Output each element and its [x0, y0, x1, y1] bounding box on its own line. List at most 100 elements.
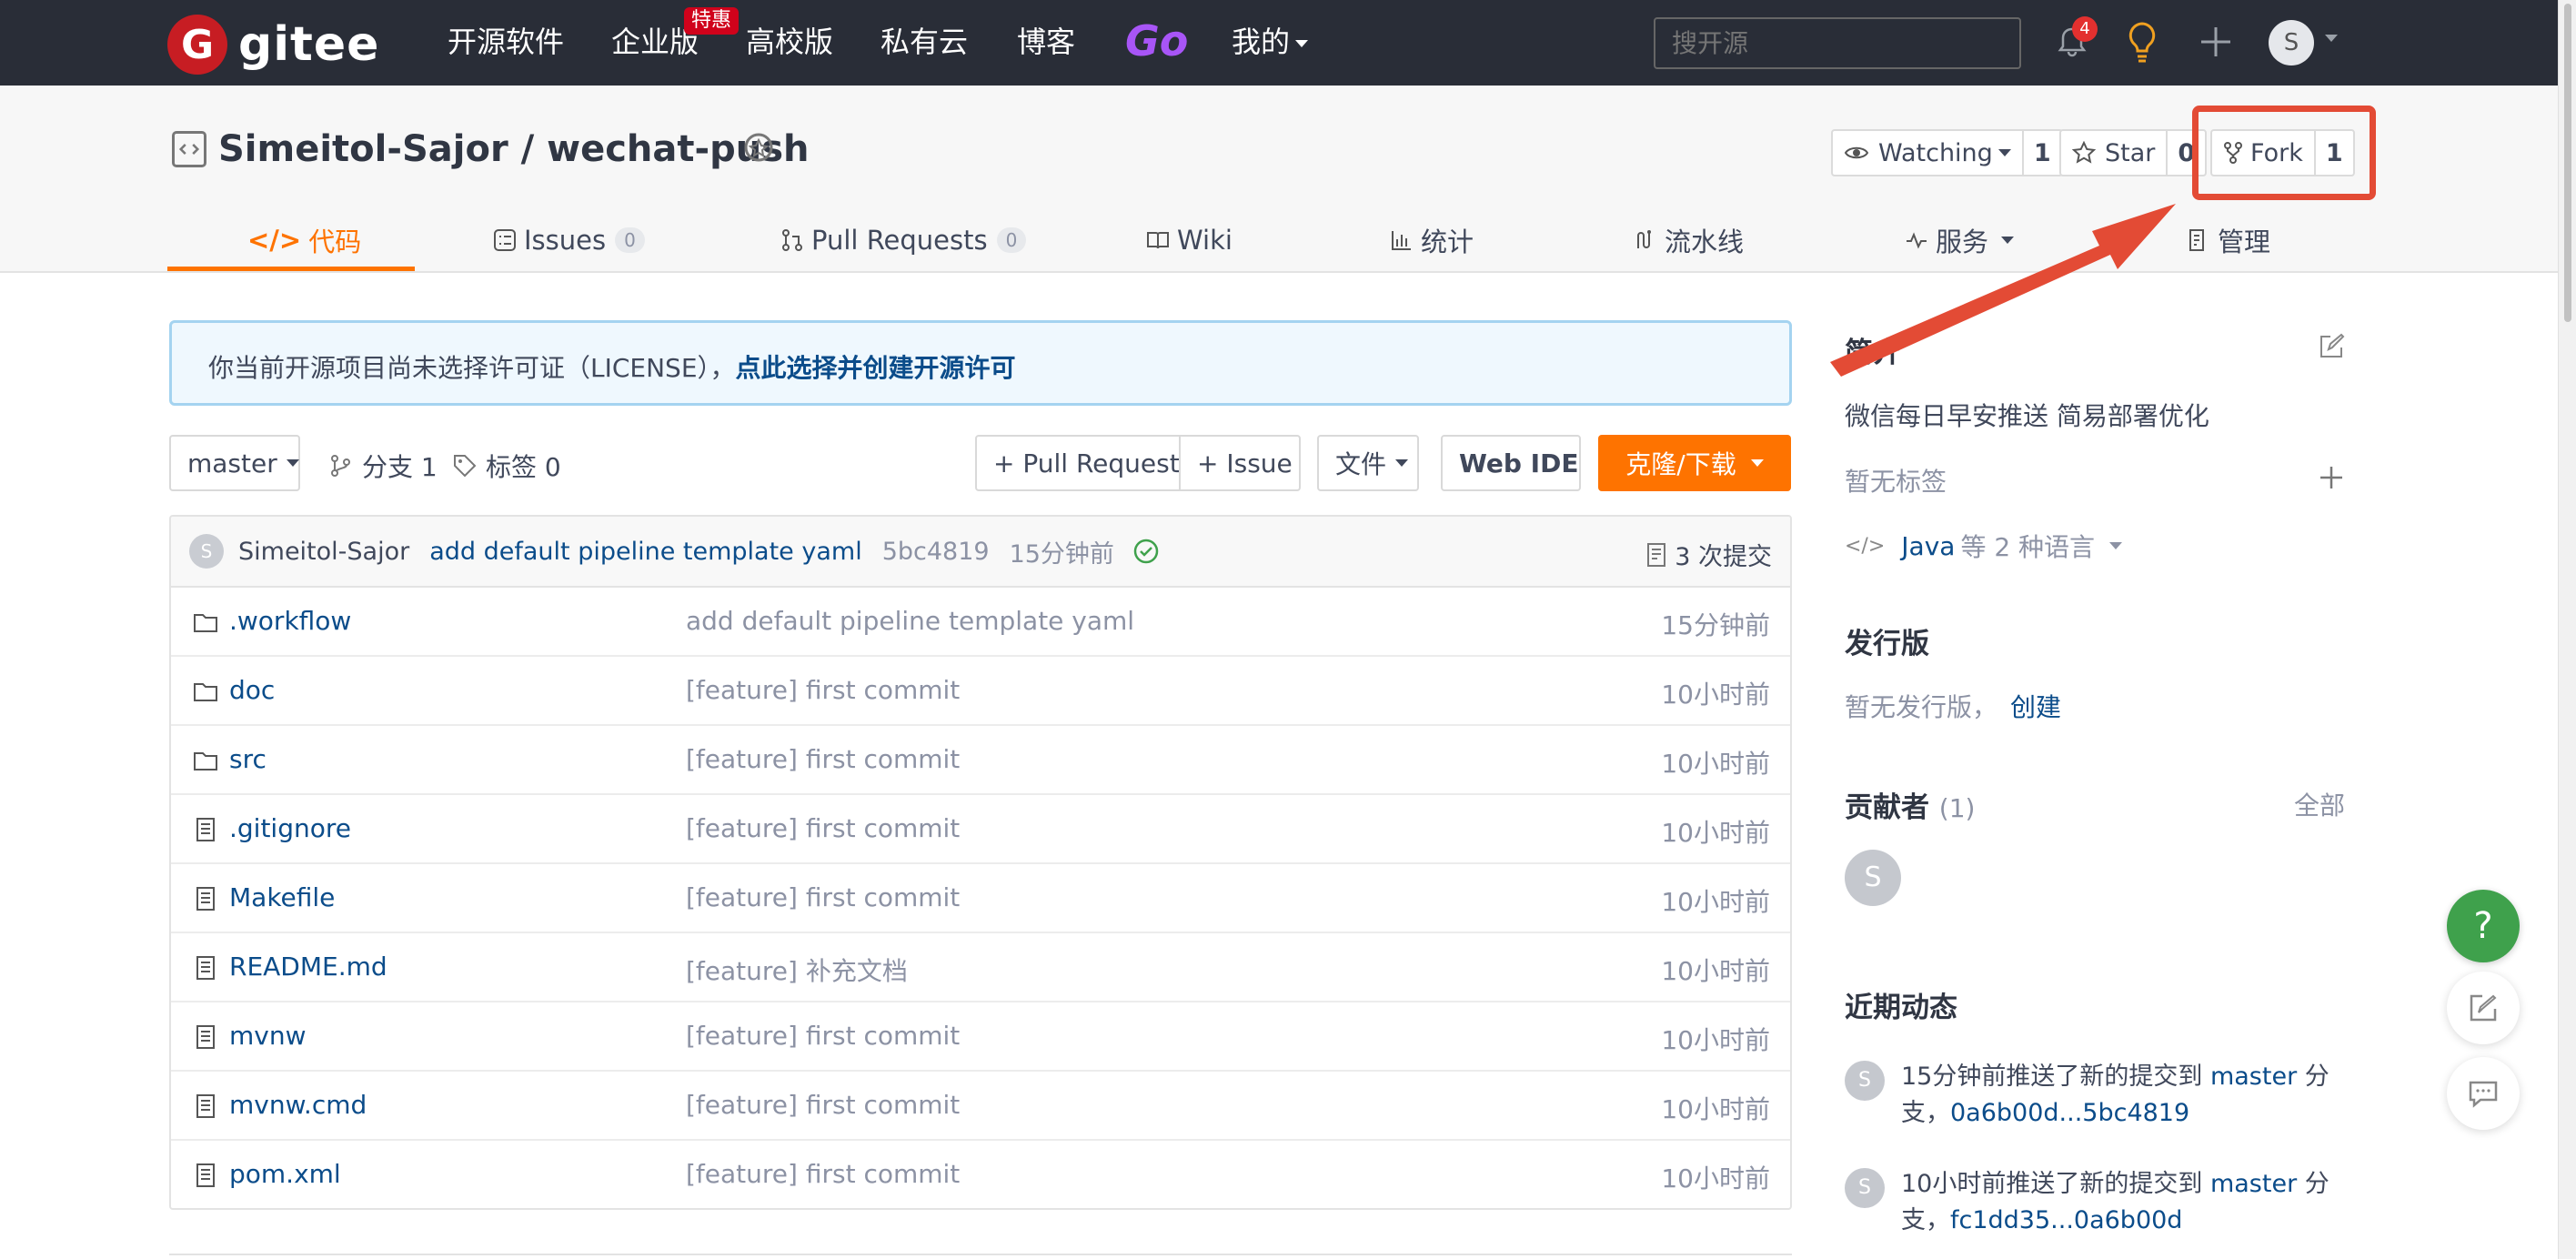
- nav-blog[interactable]: 博客: [1017, 20, 1075, 64]
- tab-manage[interactable]: 管理: [2187, 207, 2270, 273]
- commit-sha[interactable]: 5bc4819: [882, 538, 990, 566]
- table-row[interactable]: mvnw.cmd [feature] first commit 10小时前: [171, 1072, 1790, 1141]
- nav-private-cloud[interactable]: 私有云: [880, 20, 968, 64]
- check-circle-icon[interactable]: [1132, 538, 1160, 565]
- search-input[interactable]: [1654, 17, 2021, 69]
- table-row[interactable]: .workflow add default pipeline template y…: [171, 588, 1790, 657]
- promo-badge: 特惠: [684, 7, 740, 35]
- table-row[interactable]: .gitignore [feature] first commit 10小时前: [171, 795, 1790, 864]
- repo-title[interactable]: Simeitol-Sajor / wechat-push: [218, 124, 810, 175]
- new-issue-button[interactable]: + Issue: [1179, 435, 1301, 491]
- file-name[interactable]: .gitignore: [229, 813, 351, 843]
- file-name[interactable]: Makefile: [229, 882, 335, 912]
- branches-link[interactable]: 分支 1: [329, 448, 438, 484]
- file-menu-button[interactable]: 文件: [1317, 435, 1419, 491]
- tab-wiki[interactable]: Wiki: [1146, 207, 1233, 273]
- file-name[interactable]: README.md: [229, 952, 387, 982]
- tab-issues-count: 0: [615, 227, 645, 253]
- table-row[interactable]: pom.xml [feature] first commit 10小时前: [171, 1141, 1790, 1208]
- language-summary[interactable]: </> Java 等 2 种语言: [1845, 528, 2123, 564]
- branch-select[interactable]: master: [169, 435, 300, 491]
- tab-manage-label: 管理: [2218, 227, 2271, 257]
- folder-icon: [194, 683, 217, 701]
- tags-link[interactable]: 标签 0: [453, 448, 561, 484]
- all-contributors-link[interactable]: 全部: [2294, 786, 2345, 822]
- tab-issues[interactable]: Issues 0: [493, 207, 645, 273]
- watch-count[interactable]: 1: [2024, 131, 2061, 175]
- scrollbar[interactable]: [2558, 0, 2576, 1259]
- activity-avatar[interactable]: S: [1845, 1061, 1885, 1101]
- file-name[interactable]: mvnw.cmd: [229, 1090, 367, 1120]
- new-pull-request-button[interactable]: + Pull Request: [975, 435, 1181, 491]
- activity-range-link[interactable]: 0a6b00d...5bc4819: [1950, 1099, 2189, 1127]
- award-badge-icon[interactable]: [739, 129, 779, 171]
- activity-avatar[interactable]: S: [1845, 1168, 1885, 1208]
- file-name[interactable]: mvnw: [229, 1021, 307, 1051]
- commit-count-link[interactable]: 3 次提交: [1645, 537, 1772, 572]
- file-commit-message[interactable]: add default pipeline template yaml: [686, 606, 1134, 636]
- file-commit-message[interactable]: [feature] first commit: [686, 1090, 960, 1120]
- watch-button[interactable]: Watching: [1833, 131, 2024, 175]
- active-tab-indicator: [167, 267, 415, 271]
- tab-services[interactable]: 服务: [1905, 207, 2015, 273]
- tab-code[interactable]: </> 代码: [247, 207, 361, 273]
- star-button[interactable]: Star: [2061, 131, 2168, 175]
- watch-button-group[interactable]: Watching 1: [1831, 129, 2063, 176]
- license-notice-text: 你当前开源项目尚未选择许可证（LICENSE），: [208, 353, 736, 383]
- file-name[interactable]: .workflow: [229, 606, 351, 636]
- commit-message[interactable]: add default pipeline template yaml: [429, 538, 861, 566]
- file-commit-message[interactable]: [feature] 补充文档: [686, 952, 908, 988]
- nav-open-source[interactable]: 开源软件: [448, 20, 564, 64]
- user-avatar[interactable]: S: [2269, 20, 2314, 65]
- create-release-link[interactable]: 创建: [2010, 692, 2061, 722]
- add-tag-plus-icon[interactable]: [2318, 464, 2345, 491]
- edit-icon[interactable]: [2318, 333, 2345, 360]
- plus-icon[interactable]: [2196, 22, 2236, 62]
- tab-stats[interactable]: 统计: [1390, 207, 1474, 273]
- tab-pull-requests[interactable]: Pull Requests 0: [780, 207, 1027, 273]
- nav-education[interactable]: 高校版: [746, 20, 833, 64]
- no-release-text: 暂无发行版，: [1845, 692, 1998, 722]
- edit-note-icon: [2470, 994, 2497, 1022]
- gitee-logo[interactable]: G gitee: [167, 15, 379, 75]
- license-notice: 你当前开源项目尚未选择许可证（LICENSE），点此选择并创建开源许可: [169, 320, 1792, 406]
- clone-download-button[interactable]: 克隆/下载: [1598, 435, 1791, 491]
- table-row[interactable]: README.md [feature] 补充文档 10小时前: [171, 933, 1790, 1002]
- scrollbar-thumb[interactable]: [2564, 4, 2571, 322]
- file-name[interactable]: src: [229, 744, 267, 774]
- table-row[interactable]: Makefile [feature] first commit 10小时前: [171, 864, 1790, 933]
- file-commit-message[interactable]: [feature] first commit: [686, 1021, 960, 1051]
- nav-mine[interactable]: 我的: [1232, 20, 1309, 64]
- feedback-button[interactable]: [2447, 972, 2520, 1044]
- contributor-avatar[interactable]: S: [1845, 850, 1901, 906]
- file-commit-message[interactable]: [feature] first commit: [686, 744, 960, 774]
- avatar-chevron-down-icon[interactable]: [2325, 35, 2338, 42]
- file-commit-message[interactable]: [feature] first commit: [686, 1159, 960, 1189]
- license-create-link[interactable]: 点此选择并创建开源许可: [736, 353, 1016, 383]
- tab-pipeline[interactable]: 流水线: [1634, 207, 1744, 273]
- table-row[interactable]: src [feature] first commit 10小时前: [171, 726, 1790, 795]
- issues-icon: [494, 229, 516, 251]
- file-name[interactable]: pom.xml: [229, 1159, 341, 1189]
- web-ide-button[interactable]: Web IDE: [1441, 435, 1581, 491]
- help-button[interactable]: ?: [2447, 890, 2520, 962]
- commit-author-avatar[interactable]: S: [189, 534, 224, 569]
- file-commit-message[interactable]: [feature] first commit: [686, 882, 960, 912]
- activity-branch-link[interactable]: master: [2210, 1170, 2297, 1198]
- star-button-group[interactable]: Star 0: [2059, 129, 2208, 176]
- table-row[interactable]: doc [feature] first commit 10小时前: [171, 657, 1790, 726]
- branches-label: 分支 1: [362, 452, 438, 482]
- table-row[interactable]: mvnw [feature] first commit 10小时前: [171, 1002, 1790, 1072]
- activity-range-link[interactable]: fc1dd35...0a6b00d: [1950, 1206, 2182, 1234]
- commit-author[interactable]: Simeitol-Sajor: [238, 538, 409, 566]
- file-name[interactable]: doc: [229, 675, 275, 705]
- file-commit-message[interactable]: [feature] first commit: [686, 813, 960, 843]
- nav-go[interactable]: Go: [1125, 16, 1188, 65]
- pulse-icon: [1907, 232, 1927, 249]
- activity-branch-link[interactable]: master: [2210, 1063, 2297, 1091]
- lightbulb-icon[interactable]: [2124, 20, 2160, 64]
- file-commit-message[interactable]: [feature] first commit: [686, 675, 960, 705]
- intro-text: 微信每日早安推送 简易部署优化: [1845, 401, 2209, 431]
- chat-button[interactable]: [2447, 1057, 2520, 1130]
- book-icon: [1147, 232, 1169, 249]
